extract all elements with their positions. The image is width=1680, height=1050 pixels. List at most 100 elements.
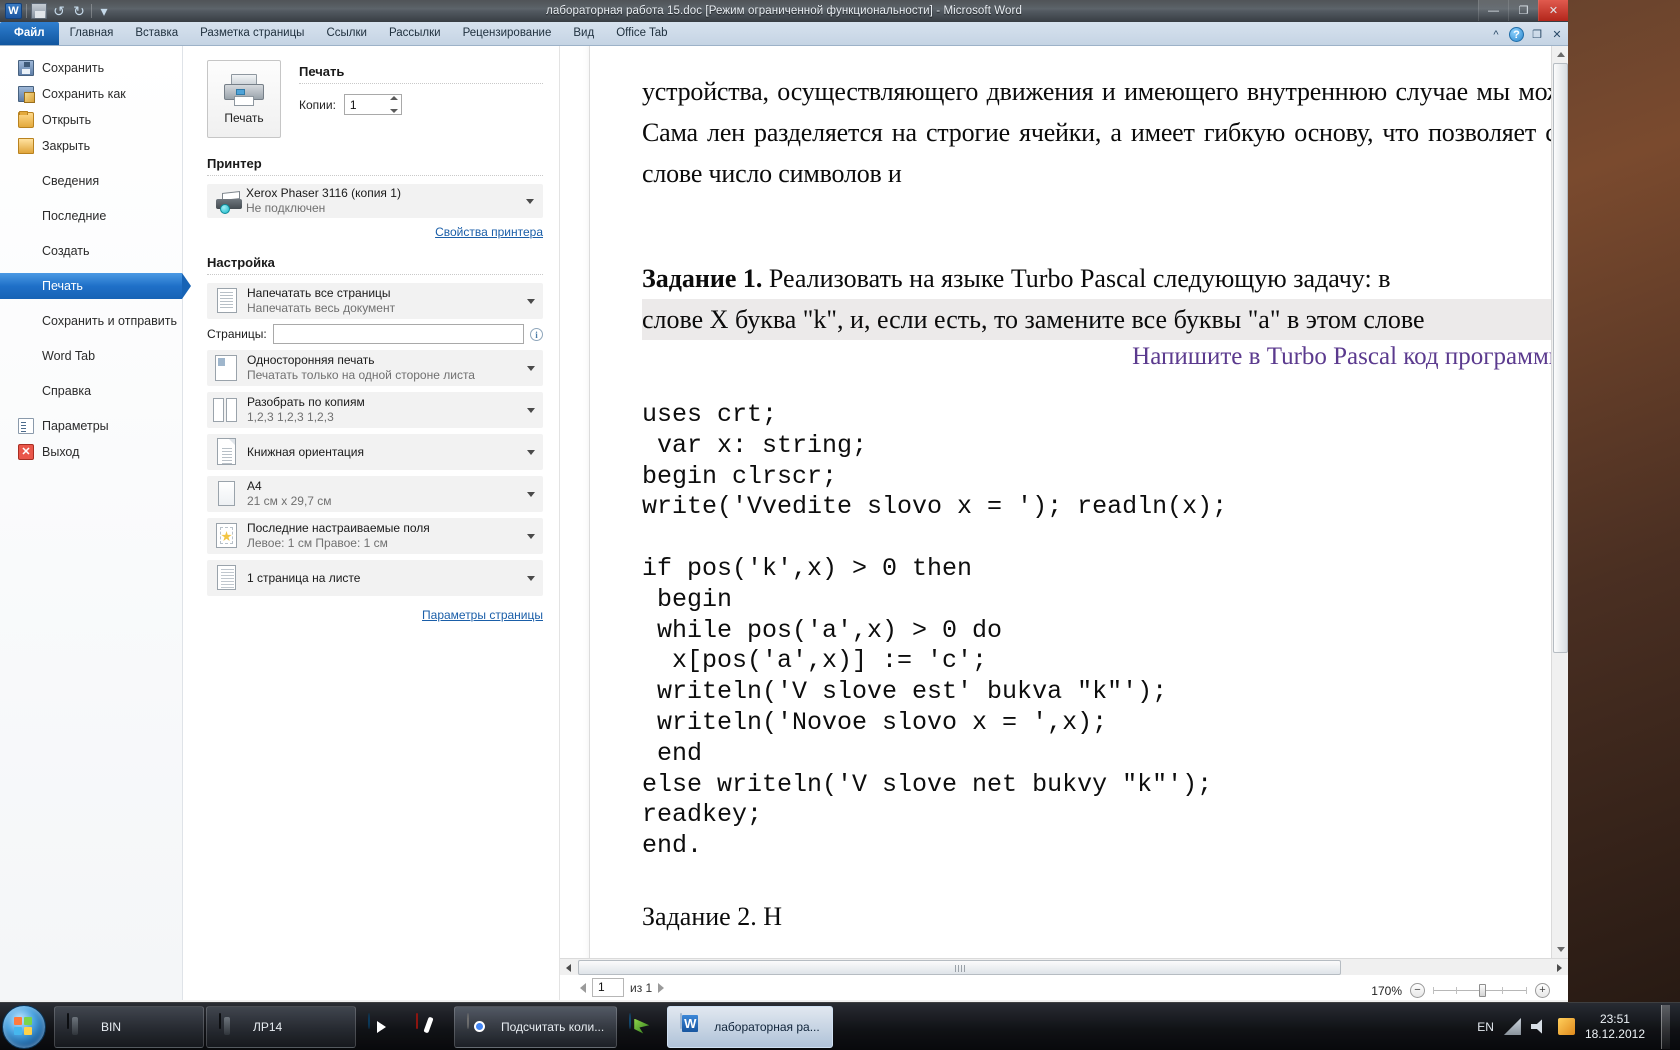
sidebar-item-options[interactable]: Параметры	[0, 413, 182, 439]
scroll-down-button[interactable]	[1552, 941, 1568, 958]
setting-print-range[interactable]: Напечатать все страницы Напечатать весь …	[207, 283, 543, 319]
sidebar-item-word-tab[interactable]: Word Tab	[0, 343, 182, 369]
page-setup-link[interactable]: Параметры страницы	[422, 608, 543, 622]
info-icon[interactable]: i	[530, 327, 543, 341]
taskbar: BIN ЛР14 Подсчитать коли... лабораторн	[0, 1002, 1680, 1050]
save-icon[interactable]	[31, 3, 47, 19]
tab-insert[interactable]: Вставка	[124, 22, 189, 45]
start-button[interactable]	[2, 1004, 46, 1049]
preview-viewport[interactable]: устройства, осуществляющего движения и и…	[560, 46, 1568, 958]
setting-paper-size[interactable]: A4 21 см x 29,7 см	[207, 476, 543, 512]
horizontal-scroll-thumb[interactable]	[578, 960, 1341, 975]
action-center-icon[interactable]	[1557, 1018, 1575, 1035]
chevron-down-icon[interactable]	[527, 534, 535, 539]
volume-icon[interactable]	[1530, 1019, 1542, 1034]
vertical-scroll-thumb[interactable]	[1553, 63, 1568, 653]
page-number-input[interactable]: 1	[592, 978, 624, 997]
qat-divider-2	[91, 4, 92, 18]
network-icon[interactable]	[1503, 1018, 1521, 1035]
help-icon[interactable]: ?	[1509, 27, 1524, 42]
tab-page-layout[interactable]: Разметка страницы	[189, 22, 315, 45]
minimize-ribbon-icon[interactable]: ^	[1489, 28, 1503, 42]
taskbar-item-word[interactable]: лабораторная ра...	[667, 1005, 833, 1048]
restore-button[interactable]: ❐	[1508, 0, 1538, 21]
taskbar-item-ccleaner[interactable]	[406, 1006, 452, 1048]
pages-input[interactable]	[272, 324, 524, 344]
setting-pages-per-sheet[interactable]: 1 страница на листе	[207, 560, 543, 596]
setting-title: Напечатать все страницы	[247, 286, 391, 300]
previous-page-icon[interactable]	[580, 982, 586, 993]
sidebar-item-close[interactable]: Закрыть	[0, 133, 182, 159]
sidebar-item-open[interactable]: Открыть	[0, 107, 182, 133]
chevron-down-icon[interactable]	[527, 450, 535, 455]
sidebar-item-save-and-send[interactable]: Сохранить и отправить	[0, 308, 182, 334]
tab-home[interactable]: Главная	[59, 22, 125, 45]
windows-logo-icon	[14, 1016, 34, 1037]
sidebar-item-print[interactable]: Печать	[0, 273, 191, 299]
setting-collate[interactable]: Разобрать по копиям 1,2,3 1,2,3 1,2,3	[207, 392, 543, 428]
setting-margins[interactable]: Последние настраиваемые поля Левое: 1 см…	[207, 518, 543, 554]
chevron-down-icon[interactable]	[527, 408, 535, 413]
copies-spin-arrows[interactable]	[388, 96, 400, 113]
print-button[interactable]: Печать	[207, 60, 281, 138]
setting-title: 1 страница на листе	[247, 570, 361, 585]
clock[interactable]: 23:51 18.12.2012	[1585, 1012, 1645, 1042]
spin-down-icon[interactable]	[389, 109, 398, 113]
scroll-left-button[interactable]	[560, 959, 577, 976]
undo-icon[interactable]: ↺	[51, 3, 67, 19]
tab-office-tab[interactable]: Office Tab	[605, 22, 678, 45]
tab-review[interactable]: Рецензирование	[452, 22, 563, 45]
sidebar-item-new[interactable]: Создать	[0, 238, 182, 264]
taskbar-item-lr14[interactable]: ЛР14	[206, 1005, 356, 1048]
close-window-icon[interactable]: ✕	[1550, 28, 1564, 42]
printer-selector[interactable]: Xerox Phaser 3116 (копия 1) Не подключен	[207, 184, 543, 218]
tab-file[interactable]: Файл	[0, 22, 59, 45]
redo-icon[interactable]: ↻	[71, 3, 87, 19]
paper-size-icon	[213, 480, 239, 508]
divider-2	[207, 175, 543, 176]
chevron-down-icon[interactable]	[527, 492, 535, 497]
taskbar-item-bin[interactable]: BIN	[54, 1005, 204, 1048]
taskbar-item-download-master[interactable]	[619, 1006, 665, 1048]
sidebar-item-exit[interactable]: ✕ Выход	[0, 439, 182, 465]
chevron-down-icon[interactable]	[527, 366, 535, 371]
zoom-in-button[interactable]: +	[1535, 983, 1550, 998]
zoom-out-button[interactable]: −	[1410, 983, 1425, 998]
word-logo-icon[interactable]: W	[5, 3, 22, 19]
copies-stepper[interactable]	[343, 94, 402, 115]
sidebar-item-save[interactable]: Сохранить	[0, 55, 182, 81]
customize-qat-chevron-icon[interactable]: ▾	[96, 3, 112, 19]
scroll-right-button[interactable]	[1551, 959, 1568, 976]
preview-vertical-scrollbar[interactable]	[1551, 46, 1568, 958]
zoom-slider-handle[interactable]	[1479, 984, 1486, 997]
close-button[interactable]: ✕	[1538, 0, 1568, 21]
chevron-down-icon[interactable]	[526, 199, 534, 204]
tab-references[interactable]: Ссылки	[315, 22, 378, 45]
spin-up-icon[interactable]	[389, 96, 398, 100]
sidebar-item-help[interactable]: Справка	[0, 378, 182, 404]
taskbar-item-media-player[interactable]	[358, 1006, 404, 1048]
save-as-icon	[18, 86, 34, 102]
tab-mailings[interactable]: Рассылки	[378, 22, 452, 45]
word-icon	[680, 1012, 706, 1040]
minimize-button[interactable]: —	[1478, 0, 1508, 21]
zoom-slider[interactable]	[1433, 983, 1527, 998]
printer-properties-link[interactable]: Свойства принтера	[435, 225, 543, 239]
margins-icon	[213, 522, 239, 550]
sidebar-item-save-as[interactable]: Сохранить как	[0, 81, 182, 107]
chevron-down-icon[interactable]	[527, 299, 535, 304]
setting-orientation[interactable]: Книжная ориентация	[207, 434, 543, 470]
restore-window-icon[interactable]: ❐	[1530, 28, 1544, 42]
setting-duplex[interactable]: Односторонняя печать Печатать только на …	[207, 350, 543, 386]
chevron-down-icon[interactable]	[527, 576, 535, 581]
tab-view[interactable]: Вид	[562, 22, 605, 45]
next-page-icon[interactable]	[658, 982, 665, 993]
sidebar-item-label: Справка	[42, 384, 92, 398]
scroll-up-button[interactable]	[1552, 46, 1568, 63]
sidebar-item-info[interactable]: Сведения	[0, 168, 182, 194]
language-indicator[interactable]: EN	[1477, 1020, 1494, 1034]
sidebar-item-recent[interactable]: Последние	[0, 203, 182, 229]
show-desktop-button[interactable]	[1661, 1004, 1670, 1049]
taskbar-item-chrome[interactable]: Подсчитать коли...	[454, 1005, 618, 1048]
preview-horizontal-scrollbar[interactable]	[560, 958, 1568, 975]
